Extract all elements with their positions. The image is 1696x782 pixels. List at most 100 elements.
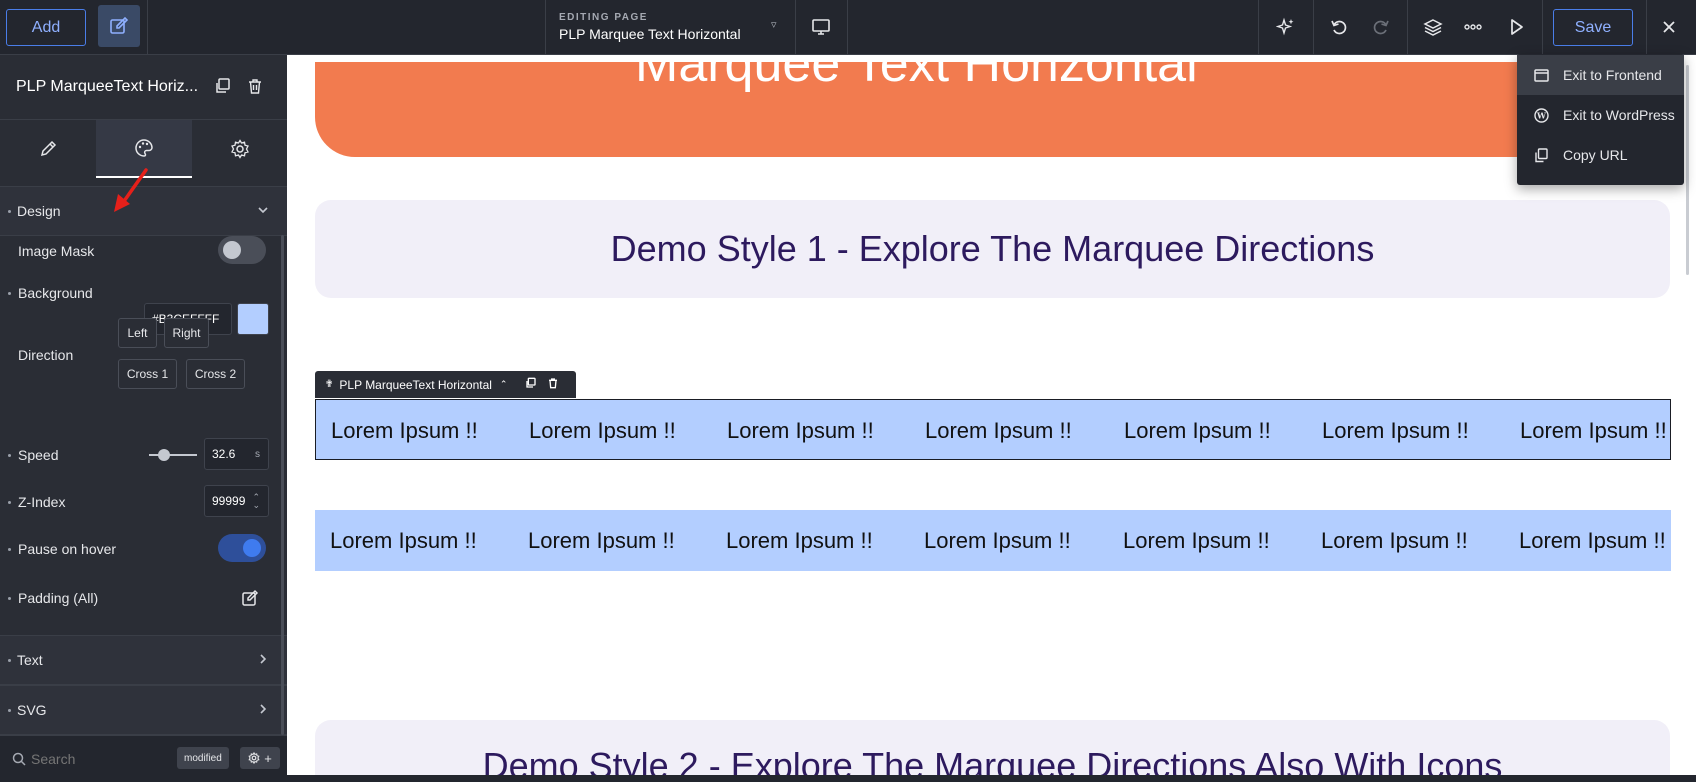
- image-mask-label: Image Mask: [18, 243, 95, 259]
- demo-style-1-title: Demo Style 1 - Explore The Marquee Direc…: [610, 228, 1375, 269]
- panel-scrollbar[interactable]: [281, 235, 284, 735]
- canvas-scrollbar[interactable]: [1683, 55, 1696, 782]
- marquee-item: Lorem Ipsum !!: [528, 527, 675, 553]
- pause-on-hover-label: Pause on hover: [18, 541, 117, 557]
- marquee-item: Lorem Ipsum !!: [529, 417, 676, 443]
- trash-icon[interactable]: [246, 77, 264, 100]
- bullet: [8, 501, 11, 504]
- desktop-preview-icon[interactable]: [806, 12, 836, 42]
- selected-element-tag[interactable]: ✟ PLP MarqueeText Horizontal ⌃: [315, 371, 576, 398]
- duplicate-icon[interactable]: [525, 377, 537, 392]
- tab-content[interactable]: [0, 120, 96, 178]
- save-button[interactable]: Save: [1553, 9, 1633, 46]
- marquee-strip-1[interactable]: Lorem Ipsum !! Lorem Ipsum !! Lorem Ipsu…: [315, 399, 1671, 460]
- panel-search-bar: modified +: [0, 735, 287, 782]
- direction-cross1-button[interactable]: Cross 1: [118, 359, 177, 389]
- speed-unit: s: [255, 448, 260, 460]
- divider: [795, 0, 796, 55]
- search-icon: [12, 752, 26, 771]
- chevron-up-icon[interactable]: ⌃: [500, 379, 508, 390]
- exit-to-frontend-item[interactable]: Exit to Frontend: [1517, 55, 1684, 95]
- divider: [147, 0, 148, 55]
- red-arrow-annotation: [110, 168, 150, 219]
- image-mask-toggle[interactable]: [218, 236, 266, 264]
- canvas-scrollbar-thumb[interactable]: [1686, 65, 1689, 275]
- modified-filter-badge[interactable]: modified: [177, 747, 229, 769]
- background-label: Background: [18, 285, 93, 301]
- direction-left-button[interactable]: Left: [118, 318, 157, 348]
- gear-icon: [248, 752, 260, 764]
- stepper-icon[interactable]: ⌃ ⌄: [252, 493, 260, 510]
- copy-url-item[interactable]: Copy URL: [1517, 135, 1684, 175]
- layers-icon[interactable]: [1418, 12, 1448, 42]
- bullet: [8, 708, 11, 712]
- bullet: [8, 454, 11, 457]
- background-color-swatch[interactable]: [237, 303, 269, 335]
- marquee-item: Lorem Ipsum !!: [726, 527, 873, 553]
- marquee-item: Lorem Ipsum !!: [1321, 527, 1468, 553]
- zindex-input[interactable]: 99999 ⌃ ⌄: [204, 485, 269, 517]
- bullet: [8, 292, 11, 295]
- zindex-label: Z-Index: [18, 494, 66, 510]
- pause-on-hover-toggle[interactable]: [218, 534, 266, 562]
- text-section-label: Text: [17, 652, 43, 668]
- edit-page-button[interactable]: [98, 5, 140, 47]
- speed-input[interactable]: 32.6 s: [204, 438, 269, 470]
- trash-icon[interactable]: [547, 377, 559, 392]
- duplicate-icon[interactable]: [214, 77, 232, 100]
- marquee-item: Lorem Ipsum !!: [924, 527, 1071, 553]
- element-tag-label: PLP MarqueeText Horizontal: [339, 377, 492, 392]
- divider: [1258, 0, 1259, 55]
- marquee-item: Lorem Ipsum !!: [1123, 527, 1270, 553]
- chevron-down-icon: [257, 204, 269, 219]
- undo-icon[interactable]: [1324, 12, 1354, 42]
- speed-value: 32.6: [212, 447, 236, 461]
- padding-label: Padding (All): [18, 590, 99, 606]
- design-section-label: Design: [17, 203, 61, 219]
- speed-slider-track[interactable]: [149, 454, 197, 456]
- ai-sparkle-icon[interactable]: [1271, 12, 1301, 42]
- direction-right-button[interactable]: Right: [164, 318, 209, 348]
- toggle-knob: [243, 539, 261, 557]
- caret-down-icon[interactable]: ▿: [771, 18, 777, 31]
- copy-icon: [1533, 147, 1549, 163]
- svg-section-header[interactable]: SVG: [0, 685, 287, 735]
- divider: [1407, 0, 1408, 55]
- close-icon[interactable]: [1654, 12, 1684, 42]
- edit-padding-icon[interactable]: [241, 589, 259, 612]
- divider: [1313, 0, 1314, 55]
- search-input[interactable]: [31, 748, 161, 770]
- exit-to-wordpress-label: Exit to WordPress: [1563, 107, 1675, 123]
- tab-advanced[interactable]: [192, 120, 288, 178]
- svg-text:W: W: [1536, 110, 1547, 120]
- divider: [1646, 0, 1647, 55]
- plus-icon: +: [264, 750, 272, 766]
- direction-cross2-button[interactable]: Cross 2: [186, 359, 245, 389]
- palette-icon: [135, 139, 153, 157]
- toggle-knob: [223, 241, 241, 259]
- panel-header: PLP MarqueeText Horiz...: [0, 55, 287, 120]
- preview-play-icon[interactable]: [1501, 12, 1531, 42]
- marquee-item: Lorem Ipsum !!: [1520, 417, 1667, 443]
- hero-banner: Marquee Text Horizontal: [315, 62, 1670, 157]
- add-setting-button[interactable]: +: [240, 747, 280, 769]
- element-settings-panel: PLP MarqueeText Horiz... Design Image Ma…: [0, 55, 287, 782]
- text-section-header[interactable]: Text: [0, 635, 287, 685]
- add-button[interactable]: Add: [6, 9, 86, 46]
- demo-style-2-title: Demo Style 2 - Explore The Marquee Direc…: [482, 745, 1503, 775]
- exit-to-wordpress-item[interactable]: W Exit to WordPress: [1517, 95, 1684, 135]
- chevron-right-icon: [257, 703, 269, 718]
- move-icon[interactable]: ✟: [325, 379, 333, 390]
- chevron-right-icon: [257, 653, 269, 668]
- marquee-item: Lorem Ipsum !!: [1519, 527, 1666, 553]
- bottom-edge: [287, 775, 1696, 782]
- marquee-item: Lorem Ipsum !!: [1124, 417, 1271, 443]
- redo-icon[interactable]: [1366, 12, 1396, 42]
- top-toolbar: Add EDITING PAGE PLP Marquee Text Horizo…: [0, 0, 1696, 55]
- editing-page-label: EDITING PAGE: [559, 12, 648, 23]
- copy-url-label: Copy URL: [1563, 147, 1628, 163]
- more-options-icon[interactable]: [1458, 12, 1488, 42]
- divider: [1542, 0, 1543, 55]
- marquee-strip-2[interactable]: Lorem Ipsum !! Lorem Ipsum !! Lorem Ipsu…: [315, 510, 1671, 571]
- speed-slider-thumb[interactable]: [158, 449, 170, 461]
